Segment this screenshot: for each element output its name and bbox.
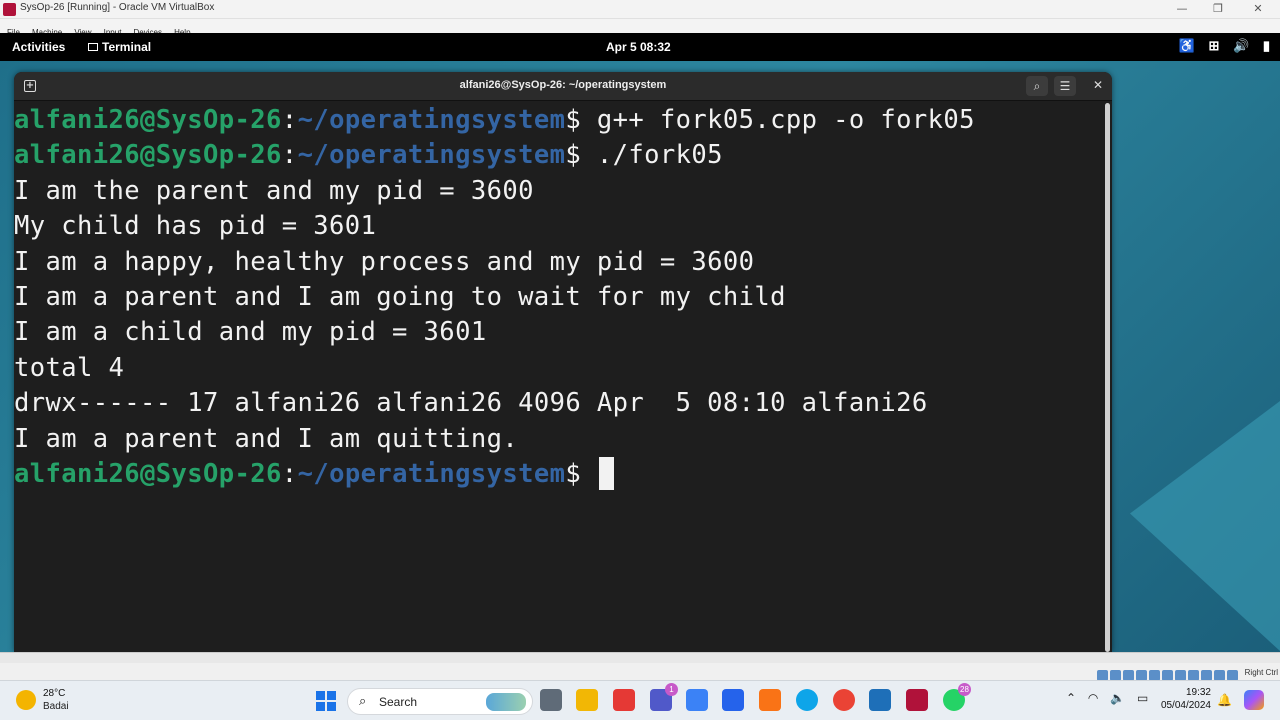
terminal-window[interactable]: + alfani26@SysOp-26: ~/operatingsystem ⌕… bbox=[14, 72, 1112, 652]
vbox-device-icons bbox=[1095, 666, 1238, 681]
host-key-label: Right Ctrl bbox=[1244, 668, 1278, 677]
taskbar-date: 05/04/2024 bbox=[1160, 700, 1211, 711]
xampp-icon[interactable] bbox=[759, 689, 781, 711]
wps-office-icon[interactable] bbox=[613, 689, 635, 711]
taskbar-search[interactable]: ⌕ Search bbox=[347, 688, 533, 715]
weather-condition: Badai bbox=[43, 701, 69, 712]
windows-taskbar: 28°C Badai ⌕ Search 1 28 ⌃ ◠ 🔈 ▭ 19:32 0… bbox=[0, 680, 1280, 720]
output-line: I am a child and my pid = 3601 bbox=[14, 317, 487, 348]
speaker-icon[interactable]: 🔈 bbox=[1110, 691, 1125, 705]
close-window-button[interactable]: ✕ bbox=[1248, 2, 1268, 15]
window-title: SysOp-26 [Running] - Oracle VM VirtualBo… bbox=[20, 2, 215, 13]
whatsapp-badge: 28 bbox=[958, 683, 971, 696]
active-prompt[interactable]: alfani26@SysOp-26:~/operatingsystem$ bbox=[14, 456, 1104, 492]
wallpaper-shape bbox=[1130, 401, 1280, 651]
taskbar-clock[interactable]: 19:32 05/04/2024 bbox=[1158, 687, 1211, 711]
teams-icon[interactable]: 1 bbox=[650, 683, 678, 711]
microsoft-store-icon[interactable] bbox=[686, 689, 708, 711]
battery-icon[interactable]: ▭ bbox=[1137, 691, 1148, 705]
terminal-icon bbox=[88, 43, 98, 51]
app-name: Terminal bbox=[102, 40, 152, 54]
system-tray[interactable]: ♿ ⊞ 🔊 ▮ bbox=[1169, 38, 1270, 54]
output-line: I am a happy, healthy process and my pid… bbox=[14, 246, 755, 277]
chrome-icon[interactable] bbox=[833, 689, 855, 711]
windows-start-icon[interactable] bbox=[316, 691, 336, 711]
terminal-scrollbar[interactable] bbox=[1105, 103, 1110, 652]
virtualbox-taskbar-icon[interactable] bbox=[869, 689, 891, 711]
search-label: Search bbox=[379, 695, 418, 709]
vbox-title-bar: SysOp-26 [Running] - Oracle VM VirtualBo… bbox=[0, 0, 1280, 19]
wifi-icon[interactable]: ◠ bbox=[1088, 691, 1098, 705]
terminal-header-bar[interactable]: + alfani26@SysOp-26: ~/operatingsystem ⌕… bbox=[14, 72, 1112, 101]
file-explorer-icon[interactable] bbox=[576, 689, 598, 711]
close-icon[interactable]: ✕ bbox=[1093, 78, 1103, 92]
terminal-output[interactable]: alfani26@SysOp-26:~/operatingsystem$ g++… bbox=[14, 103, 1104, 652]
taskbar-time: 19:32 bbox=[1185, 687, 1211, 698]
hamburger-menu-icon[interactable]: ☰ bbox=[1054, 76, 1076, 96]
copilot-icon[interactable] bbox=[1244, 690, 1264, 710]
battery-icon[interactable]: ▮ bbox=[1263, 38, 1270, 53]
virtualbox-icon bbox=[3, 3, 16, 16]
app-menu-terminal[interactable]: Terminal bbox=[88, 40, 151, 54]
output-line: total 4 bbox=[14, 352, 125, 383]
vscode-icon[interactable] bbox=[722, 689, 744, 711]
activities-button[interactable]: Activities bbox=[12, 40, 65, 54]
notification-bell-icon[interactable]: 🔔 bbox=[1217, 693, 1232, 707]
search-icon[interactable]: ⌕ bbox=[1026, 76, 1048, 96]
minimize-button[interactable]: — bbox=[1172, 2, 1192, 15]
chevron-up-icon[interactable]: ⌃ bbox=[1066, 691, 1076, 705]
text-cursor bbox=[598, 456, 614, 490]
network-icon[interactable]: ⊞ bbox=[1209, 38, 1220, 53]
whatsapp-icon[interactable]: 28 bbox=[943, 683, 971, 711]
weather-icon bbox=[16, 690, 36, 710]
accessibility-icon[interactable]: ♿ bbox=[1179, 38, 1195, 53]
vbox-menu-bar: File Machine View Input Devices Help bbox=[0, 19, 1280, 37]
teams-badge: 1 bbox=[665, 683, 678, 696]
task-view-icon[interactable] bbox=[540, 689, 562, 711]
terminal-title: alfani26@SysOp-26: ~/operatingsystem bbox=[459, 79, 667, 91]
output-line: drwx------ 17 alfani26 alfani26 4096 Apr… bbox=[14, 388, 928, 419]
command-text: ./fork05 bbox=[596, 140, 723, 171]
weather-temperature: 28°C bbox=[43, 688, 66, 699]
output-line: I am the parent and my pid = 3600 bbox=[14, 175, 534, 206]
output-line: I am a parent and I am going to wait for… bbox=[14, 281, 786, 312]
restore-button[interactable]: ❐ bbox=[1208, 2, 1228, 15]
edge-icon[interactable] bbox=[796, 689, 818, 711]
search-icon: ⌕ bbox=[359, 694, 367, 709]
search-highlight-image bbox=[486, 693, 526, 711]
command-line: alfani26@SysOp-26:~/operatingsystem$ ./f… bbox=[14, 140, 723, 171]
output-line: My child has pid = 3601 bbox=[14, 211, 377, 242]
vbox-status-bar: Right Ctrl bbox=[0, 652, 1280, 681]
vm-window-icon[interactable] bbox=[906, 689, 928, 711]
horizontal-scrollbar[interactable] bbox=[0, 653, 1280, 663]
volume-icon[interactable]: 🔊 bbox=[1233, 38, 1249, 53]
gnome-top-bar: Activities Terminal Apr 5 08:32 ♿ ⊞ 🔊 ▮ bbox=[0, 33, 1280, 61]
output-line: I am a parent and I am quitting. bbox=[14, 423, 519, 454]
command-line: alfani26@SysOp-26:~/operatingsystem$ g++… bbox=[14, 105, 975, 135]
command-text: g++ fork05.cpp -o fork05 bbox=[596, 105, 975, 135]
windows-tray[interactable]: ⌃ ◠ 🔈 ▭ bbox=[1066, 691, 1156, 705]
gnome-clock[interactable]: Apr 5 08:32 bbox=[606, 40, 671, 54]
